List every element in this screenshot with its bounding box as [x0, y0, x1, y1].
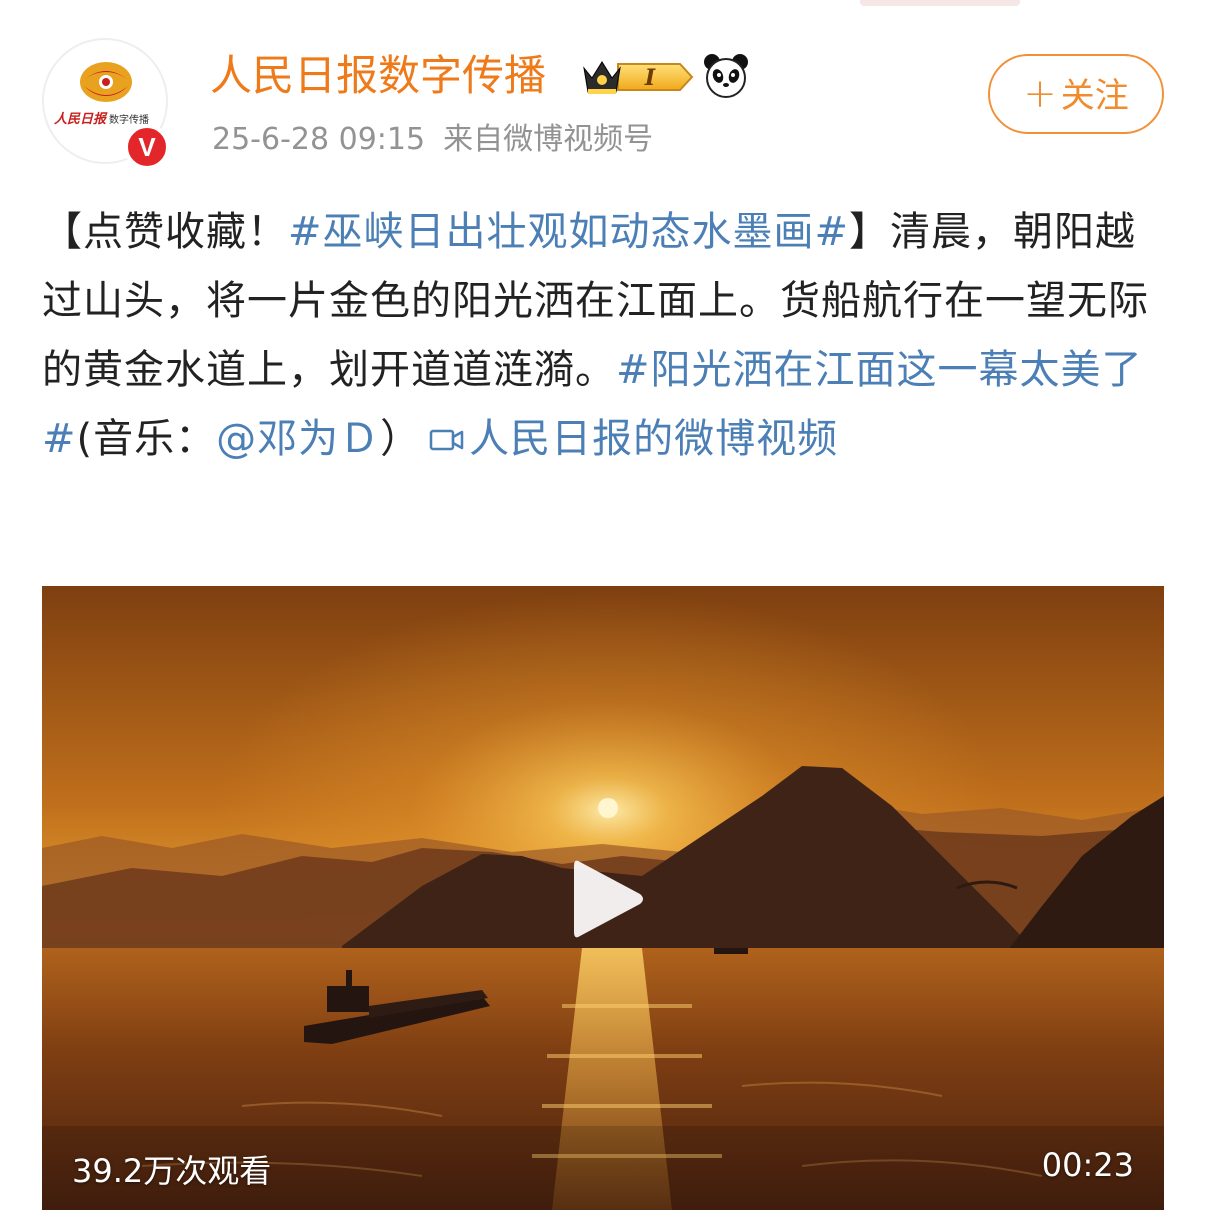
view-count: 39.2万次观看	[72, 1152, 272, 1190]
topic-link[interactable]: #巫峡日出壮观如动态水墨画#	[288, 209, 849, 255]
crown-badge-icon[interactable]: I	[580, 56, 696, 98]
video-link[interactable]: 人民日报的微博视频	[469, 416, 838, 462]
source-label: 来自	[443, 122, 504, 157]
follow-button-label: 关注	[1060, 76, 1129, 116]
follow-button[interactable]: + 关注	[988, 54, 1164, 134]
panda-icon[interactable]	[702, 52, 750, 100]
post-text-segment: ）	[380, 416, 422, 462]
author-name[interactable]: 人民日报数字传播	[210, 50, 546, 102]
people-daily-logo-icon	[80, 62, 132, 102]
post-timestamp: 25-6-28 09:15	[212, 122, 426, 157]
verified-badge-icon: V	[124, 124, 170, 170]
play-icon[interactable]	[570, 856, 646, 942]
top-edge-shadow	[860, 0, 1020, 6]
video-player[interactable]: 39.2万次观看 00:23	[42, 586, 1164, 1210]
post-text-segment: (音乐：	[76, 416, 217, 462]
crown-level-text: I	[644, 65, 656, 91]
video-camera-icon	[429, 429, 464, 451]
plus-icon: +	[1023, 71, 1057, 117]
post-body: 【点赞收藏！#巫峡日出壮观如动态水墨画#】清晨，朝阳越过山头，将一片金色的阳光洒…	[42, 198, 1166, 474]
post-meta: 25-6-28 09:15 来自微博视频号	[212, 118, 653, 162]
avatar-brand-text: 人民日报	[54, 112, 107, 127]
post-text-segment: 【点赞收藏！	[42, 209, 288, 255]
video-duration: 00:23	[1041, 1146, 1134, 1184]
mention-link[interactable]: @邓为Ｄ	[216, 416, 380, 462]
source-name[interactable]: 微博视频号	[503, 122, 653, 157]
